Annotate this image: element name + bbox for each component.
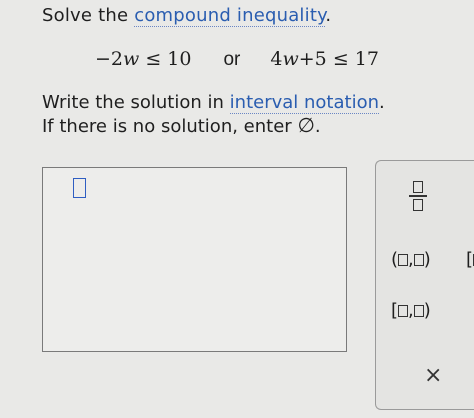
slot-icon xyxy=(398,305,409,317)
inequality-pair: −2w ≤ 10 or 4w+5 ≤ 17 xyxy=(95,48,379,71)
answer-cursor-placeholder[interactable] xyxy=(73,178,86,198)
instructions: Write the solution in interval notation.… xyxy=(42,91,385,138)
closed-open-interval-button[interactable]: [,) xyxy=(391,300,431,321)
denominator-slot-icon xyxy=(413,198,423,211)
fraction-bar-icon xyxy=(409,195,427,197)
instruction-line-2: If there is no solution, enter ∅. xyxy=(42,113,321,138)
close-icon: × xyxy=(424,363,443,388)
slot-icon xyxy=(398,254,409,266)
numerator-slot-icon xyxy=(413,181,423,193)
prompt-period: . xyxy=(325,5,332,26)
empty-set-icon: ∅ xyxy=(297,113,315,137)
compound-inequality-link[interactable]: compound inequality xyxy=(134,5,326,27)
math-palette: (,) [ [,) × xyxy=(375,160,474,410)
instruction-line-1: Write the solution in interval notation. xyxy=(42,92,385,114)
open-interval-button[interactable]: (,) xyxy=(391,249,431,270)
closed-interval-button[interactable]: [ xyxy=(466,249,474,270)
fraction-button[interactable] xyxy=(406,181,430,211)
answer-input-area[interactable] xyxy=(42,167,347,352)
inequality-right: 4w+5 ≤ 17 xyxy=(270,48,379,70)
or-connector: or xyxy=(223,49,241,70)
slot-icon xyxy=(413,254,424,266)
inequality-left: −2w ≤ 10 xyxy=(95,48,192,70)
question-prompt: Solve the compound inequality. xyxy=(42,5,332,27)
interval-notation-link[interactable]: interval notation xyxy=(229,92,379,114)
prompt-text: Solve the xyxy=(42,5,129,26)
slot-icon xyxy=(413,305,424,317)
clear-button[interactable]: × xyxy=(424,363,442,388)
